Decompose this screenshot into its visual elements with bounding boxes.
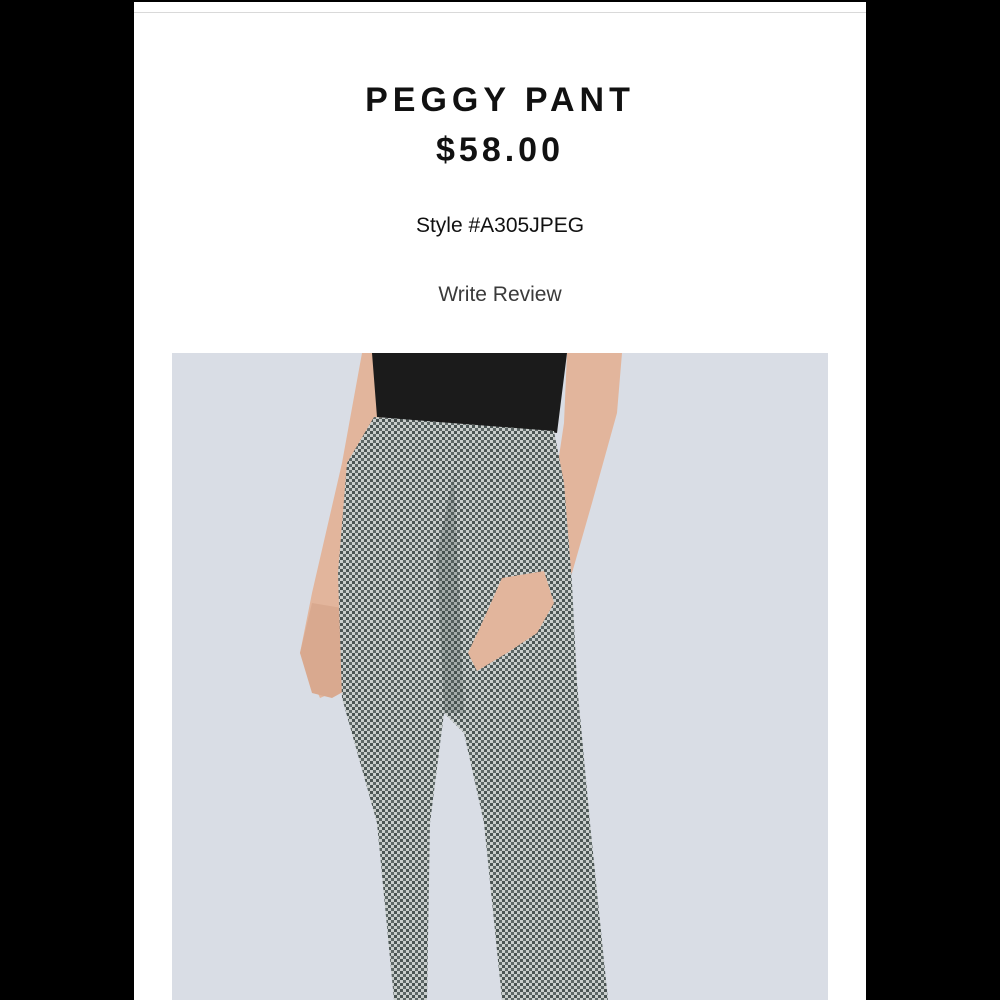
top-divider — [134, 2, 866, 13]
product-price: $58.00 — [436, 131, 564, 169]
product-title: PEGGY PANT — [365, 81, 635, 119]
write-review-link[interactable]: Write Review — [438, 282, 561, 308]
product-image[interactable] — [172, 353, 828, 1000]
product-photo-icon — [172, 353, 828, 1000]
style-number: Style #A305JPEG — [415, 214, 585, 237]
screen-frame: PEGGY PANT $58.00 Style #A305JPEG Write … — [0, 0, 1000, 1000]
product-page: PEGGY PANT $58.00 Style #A305JPEG Write … — [134, 2, 866, 1000]
